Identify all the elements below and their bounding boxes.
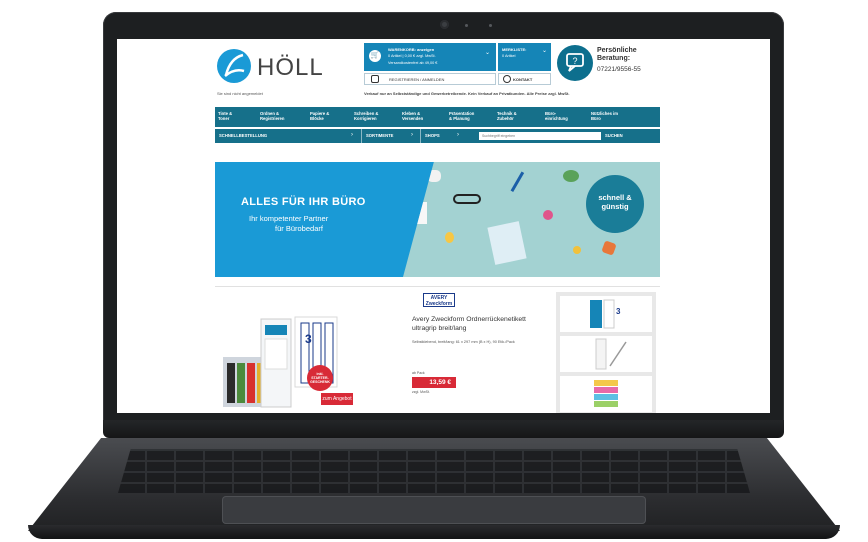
glasses-icon xyxy=(453,194,481,204)
assortments-link[interactable]: SORTIMENTE xyxy=(366,133,393,138)
bulb-icon xyxy=(445,232,454,243)
quick-order-link[interactable]: SCHNELLBESTELLUNG xyxy=(219,133,267,138)
pushpin-icon xyxy=(573,246,581,254)
banner-subline: Ihr kompetenter Partner xyxy=(249,214,329,223)
nav-label: Büro xyxy=(591,116,601,121)
svg-text:3: 3 xyxy=(305,332,312,346)
nav-label: Korrigieren xyxy=(354,116,377,121)
svg-text:?: ? xyxy=(572,56,577,66)
divider xyxy=(420,129,421,143)
wishlist-widget[interactable]: MERKLISTE: 0 Artikel ⌄ xyxy=(498,43,551,71)
wishlist-title: MERKLISTE: xyxy=(502,47,527,52)
badge-text: GESCHENK xyxy=(310,380,330,384)
at-icon xyxy=(503,75,511,83)
nav-paper[interactable]: Papiere & Blöcke xyxy=(307,107,351,121)
laptop-hinge xyxy=(103,420,784,438)
chevron-down-icon: ⌄ xyxy=(542,48,548,54)
cart-title: WARENKORB: anzeigen xyxy=(388,47,435,52)
shop-page: HÖLL Sie sind nicht angemeldet 🛒 WARENKO… xyxy=(215,39,660,413)
webcam-icon xyxy=(440,20,449,29)
sub-navigation: SCHNELLBESTELLUNG › SORTIMENTE › SHOPS ›… xyxy=(215,129,660,143)
login-status: Sie sind nicht angemeldet xyxy=(217,91,263,96)
svg-text:3: 3 xyxy=(616,307,621,316)
banner-subline: für Bürobedarf xyxy=(275,224,323,233)
scissors-icon xyxy=(510,171,536,199)
nav-label: Toner xyxy=(218,116,230,121)
hoell-logo-icon[interactable] xyxy=(217,49,251,83)
nav-label: einrichtung xyxy=(545,116,568,121)
notebook-icon xyxy=(487,221,527,265)
nav-gluing[interactable]: Kleben & Versenden xyxy=(399,107,446,121)
nav-filing[interactable]: Ordnen & Registrieren xyxy=(257,107,307,121)
cart-summary: 0 Artikel | 0,00 € zzgl. MwSt. xyxy=(388,54,436,58)
nav-label: Blöcke xyxy=(310,116,324,121)
nav-technology[interactable]: Technik & Zubehör xyxy=(494,107,542,121)
lock-icon xyxy=(371,75,379,83)
register-login-label: REGISTRIEREN / ANMELDEN xyxy=(389,77,445,82)
price-unit-label: ab Pack xyxy=(412,371,425,375)
product-description: Selbstklebend, breit/lang: 61 x 297 mm (… xyxy=(412,340,515,344)
indicator-dot xyxy=(489,24,492,27)
product-teaser: 3 inkl. STARTER- GESCHENK zum Angebot AV… xyxy=(215,286,660,413)
main-navigation: Tinte & Toner Ordnen & Registrieren Papier… xyxy=(215,107,660,127)
piggy-bank-icon xyxy=(427,170,441,182)
search-button[interactable]: SUCHEN xyxy=(605,133,623,138)
pin-icon xyxy=(543,210,553,220)
chat-help-icon: ? xyxy=(557,45,593,81)
fast-cheap-badge: schnell & günstig xyxy=(586,175,644,233)
thumbnail[interactable] xyxy=(560,376,652,412)
to-offer-button[interactable]: zum Angebot xyxy=(321,393,353,405)
chevron-down-icon: ⌄ xyxy=(485,50,491,56)
laptop-screen: HÖLL Sie sind nicht angemeldet 🛒 WARENKO… xyxy=(117,39,770,413)
vat-note: zzgl. MwSt. xyxy=(412,390,430,394)
nav-office-furniture[interactable]: Büro-einrichtung xyxy=(542,107,588,121)
chevron-right-icon: › xyxy=(351,132,353,138)
brand-name[interactable]: HÖLL xyxy=(257,54,324,82)
laptop-keyboard xyxy=(118,449,750,493)
shipping-info: Versandkostenfrei ab 49,00 € xyxy=(388,61,438,65)
nav-label: & Planung xyxy=(449,116,470,121)
contact-button[interactable]: KONTAKT xyxy=(498,73,551,85)
chevron-right-icon: › xyxy=(457,132,459,138)
hero-banner[interactable]: ALLES FÜR IHR BÜRO Ihr kompetenter Partn… xyxy=(215,162,660,277)
advice-phone[interactable]: 07221/9556-55 xyxy=(597,66,641,73)
thumbnail[interactable] xyxy=(560,336,652,372)
chevron-right-icon: › xyxy=(411,132,413,138)
indicator-dot xyxy=(465,24,468,27)
badge-text: günstig xyxy=(601,202,629,211)
nav-presentation[interactable]: Präsentation & Planung xyxy=(446,107,494,121)
advice-title: Persönliche Beratung: xyxy=(597,47,637,62)
thumbnail[interactable]: 3 xyxy=(560,296,652,332)
plant-icon xyxy=(563,170,579,182)
cart-widget[interactable]: 🛒 WARENKORB: anzeigen 0 Artikel | 0,00 €… xyxy=(364,43,496,71)
b2b-notice: Verkauf nur an Selbstständige und Gewerb… xyxy=(364,91,570,96)
nav-label: Versenden xyxy=(402,116,424,121)
avery-zweckform-logo: AVERY Zweckform xyxy=(423,293,455,307)
product-name[interactable]: Avery Zweckform Ordnerrückenetikett ultr… xyxy=(412,315,552,333)
nav-label: Zubehör xyxy=(497,116,514,121)
product-thumbnails: 3 xyxy=(556,292,656,413)
logo-text: Zweckform xyxy=(425,301,453,307)
nav-useful-items[interactable]: Nützliches im Büro xyxy=(588,107,660,121)
search-input[interactable] xyxy=(479,132,601,140)
divider xyxy=(361,129,362,143)
starter-gift-badge: inkl. STARTER- GESCHENK xyxy=(307,365,333,391)
cart-icon: 🛒 xyxy=(369,50,381,62)
nav-ink-toner[interactable]: Tinte & Toner xyxy=(215,107,257,121)
nav-writing[interactable]: Schreiben & Korrigieren xyxy=(351,107,399,121)
register-login-button[interactable]: REGISTRIEREN / ANMELDEN xyxy=(364,73,496,85)
nav-label: Registrieren xyxy=(260,116,285,121)
laptop-base-edge xyxy=(28,525,840,539)
banner-headline: ALLES FÜR IHR BÜRO xyxy=(241,196,366,208)
magnet-icon xyxy=(601,240,617,256)
laptop-touchpad xyxy=(222,496,646,524)
shops-link[interactable]: SHOPS xyxy=(425,133,440,138)
product-price: 13,59 € xyxy=(412,377,456,388)
contact-label: KONTAKT xyxy=(513,77,533,82)
sticky-notes-icon xyxy=(407,202,427,224)
wishlist-count: 0 Artikel xyxy=(502,54,516,58)
badge-text: schnell & xyxy=(598,193,632,202)
